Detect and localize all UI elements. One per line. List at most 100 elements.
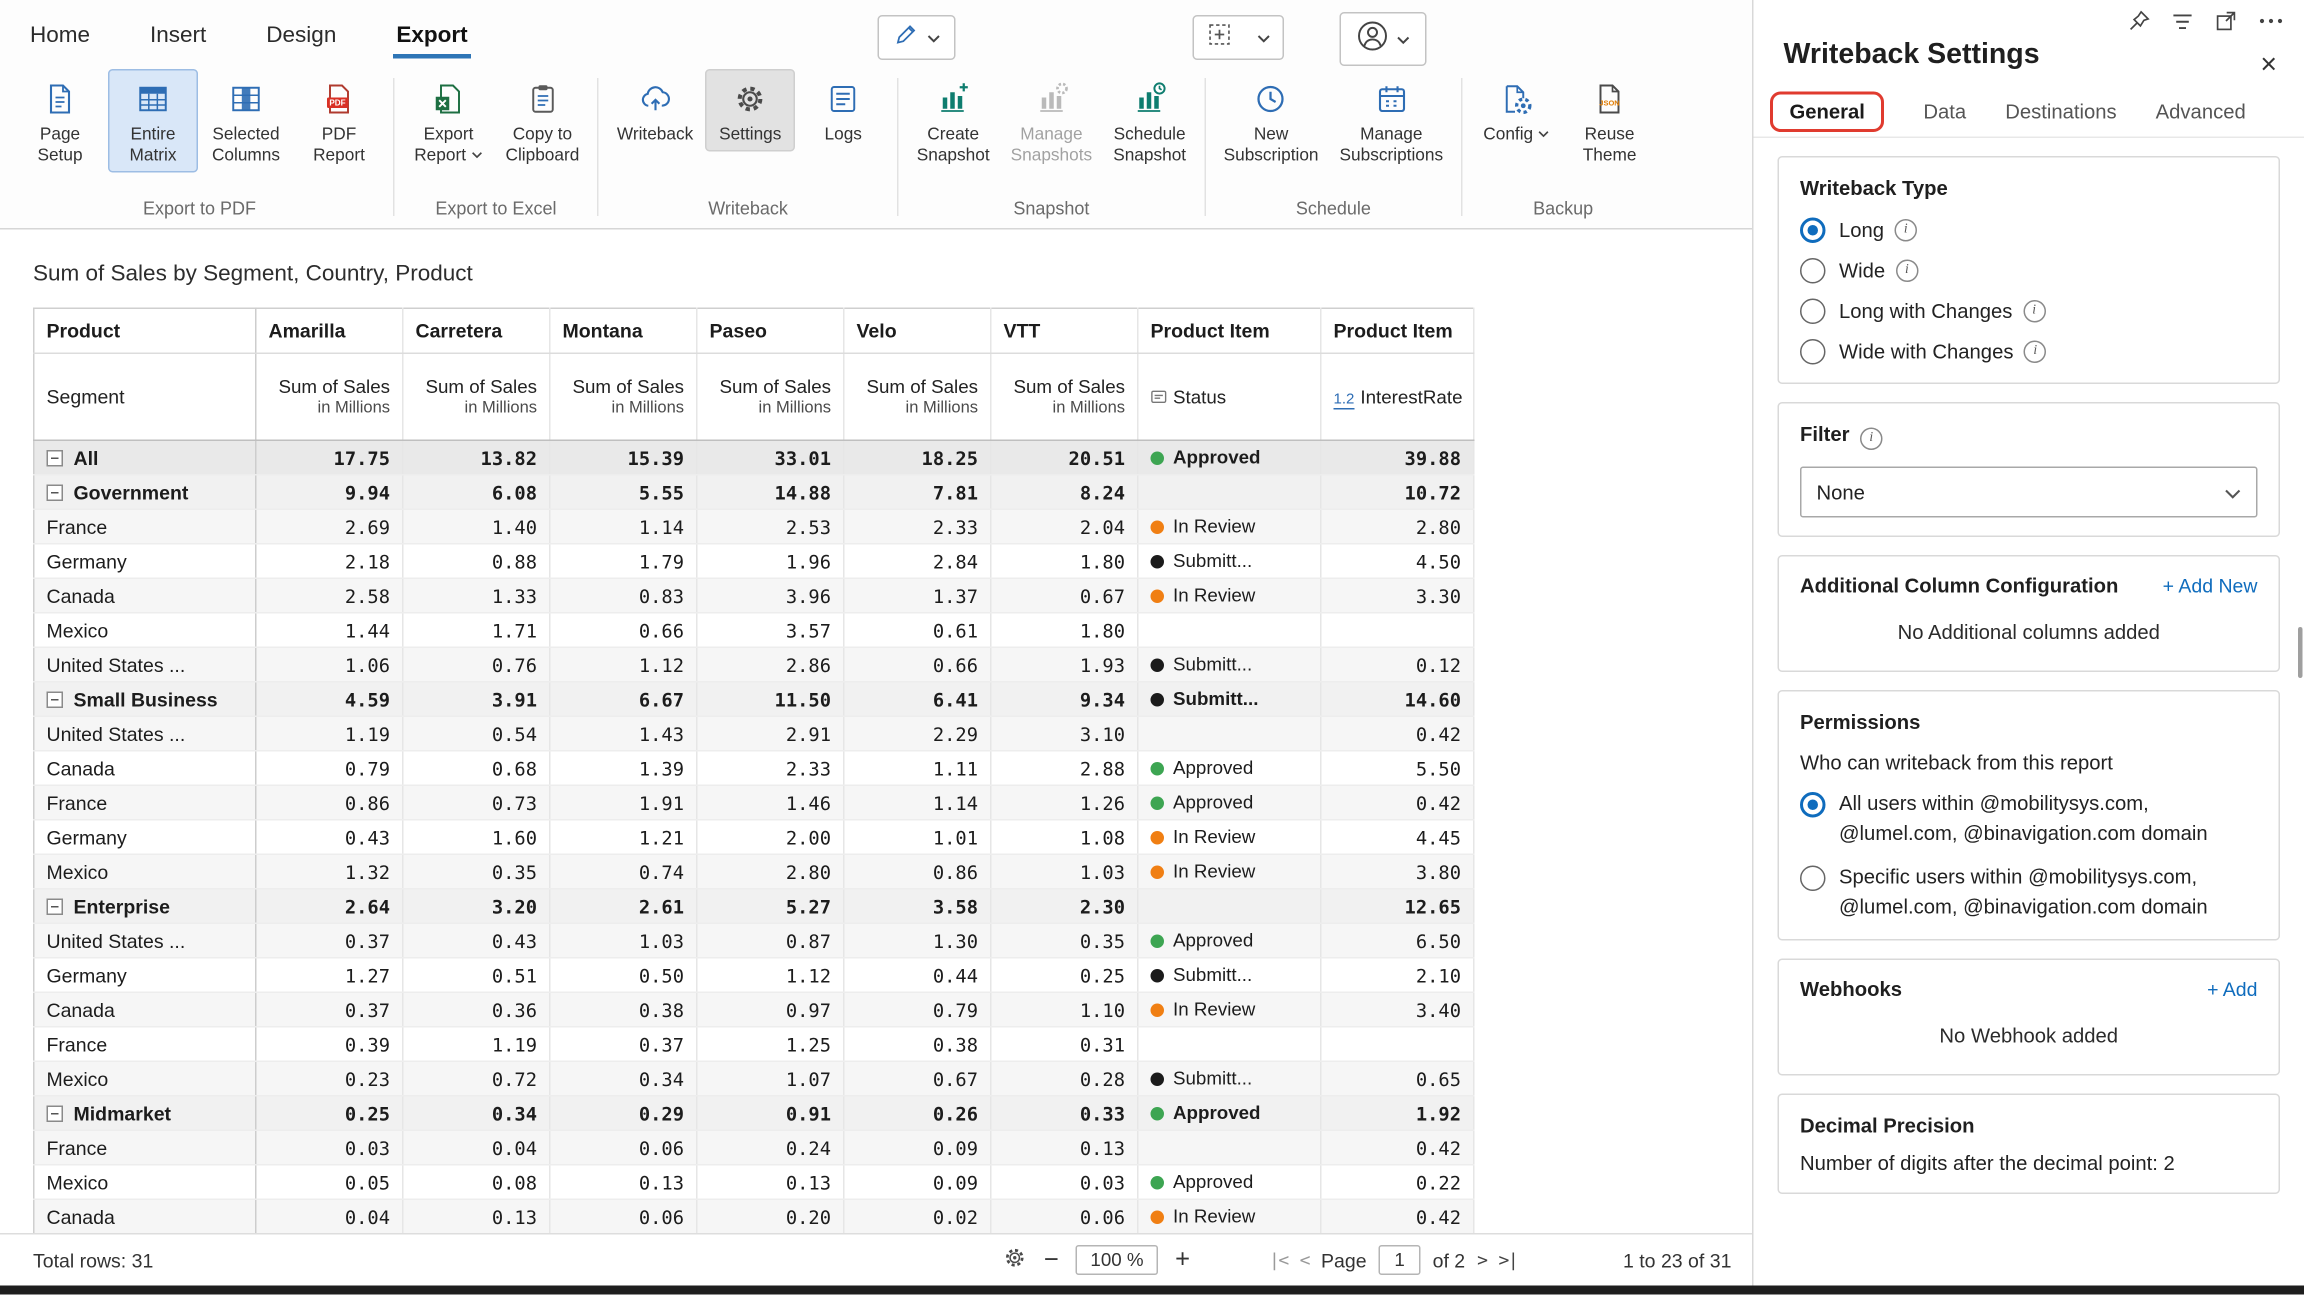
value-cell[interactable]: 0.25 xyxy=(991,958,1138,993)
value-cell[interactable]: 1.30 xyxy=(844,923,991,958)
column-header-amarilla[interactable]: Amarilla xyxy=(256,308,403,353)
row-label-cell[interactable]: Canada xyxy=(34,992,256,1027)
value-cell[interactable]: 0.13 xyxy=(403,1199,550,1233)
status-cell[interactable] xyxy=(1138,1130,1321,1165)
ribbon-button-page-setup[interactable]: PageSetup xyxy=(15,69,105,173)
value-cell[interactable]: 2.69 xyxy=(256,509,403,544)
value-cell[interactable]: 1.71 xyxy=(403,613,550,648)
row-label-cell[interactable]: All xyxy=(34,440,256,475)
value-cell[interactable]: 2.61 xyxy=(550,889,697,924)
interest-rate-cell[interactable]: 6.50 xyxy=(1321,923,1474,958)
value-cell[interactable]: 0.54 xyxy=(403,716,550,751)
column-header-product[interactable]: Product xyxy=(34,308,256,353)
value-cell[interactable]: 1.07 xyxy=(697,1061,844,1096)
value-cell[interactable]: 1.96 xyxy=(697,544,844,579)
ribbon-tab-insert[interactable]: Insert xyxy=(147,8,209,58)
page-number-input[interactable]: 1 xyxy=(1379,1245,1421,1275)
interest-rate-cell[interactable]: 10.72 xyxy=(1321,475,1474,510)
info-icon[interactable]: i xyxy=(2023,300,2046,323)
value-cell[interactable]: 1.32 xyxy=(256,854,403,889)
value-cell[interactable]: 1.37 xyxy=(844,578,991,613)
column-header-product-item-7[interactable]: Product Item xyxy=(1138,308,1321,353)
pin-icon[interactable] xyxy=(2129,11,2150,32)
column-header-carretera[interactable]: Carretera xyxy=(403,308,550,353)
value-cell[interactable]: 1.01 xyxy=(844,820,991,855)
status-cell[interactable] xyxy=(1138,889,1321,924)
value-cell[interactable]: 1.46 xyxy=(697,785,844,820)
collapse-icon[interactable] xyxy=(47,484,64,501)
collapse-icon[interactable] xyxy=(47,691,64,708)
value-cell[interactable]: 0.38 xyxy=(550,992,697,1027)
add-annotation-button[interactable] xyxy=(1193,15,1247,60)
radio-button[interactable] xyxy=(1800,299,1826,325)
value-cell[interactable]: 6.41 xyxy=(844,682,991,717)
value-cell[interactable]: 4.59 xyxy=(256,682,403,717)
value-cell[interactable]: 2.88 xyxy=(991,751,1138,786)
interest-rate-cell[interactable]: 2.10 xyxy=(1321,958,1474,993)
value-cell[interactable]: 0.08 xyxy=(403,1165,550,1200)
value-cell[interactable]: 0.51 xyxy=(403,958,550,993)
writeback-type-option-long[interactable]: Longi xyxy=(1800,218,2258,244)
value-cell[interactable]: 1.19 xyxy=(403,1027,550,1062)
row-label-cell[interactable]: Canada xyxy=(34,751,256,786)
value-cell[interactable]: 1.19 xyxy=(256,716,403,751)
ribbon-button-create-snapshot[interactable]: CreateSnapshot xyxy=(908,69,999,173)
value-cell[interactable]: 0.28 xyxy=(991,1061,1138,1096)
interest-rate-cell[interactable]: 0.22 xyxy=(1321,1165,1474,1200)
ribbon-button-entire-matrix[interactable]: EntireMatrix xyxy=(108,69,198,173)
ribbon-button-logs[interactable]: Logs xyxy=(798,69,888,152)
value-cell[interactable]: 0.09 xyxy=(844,1130,991,1165)
value-cell[interactable]: 1.21 xyxy=(550,820,697,855)
value-cell[interactable]: 1.39 xyxy=(550,751,697,786)
row-label-cell[interactable]: Germany xyxy=(34,820,256,855)
row-label-cell[interactable]: Government xyxy=(34,475,256,510)
value-cell[interactable]: 9.94 xyxy=(256,475,403,510)
row-label-cell[interactable]: Canada xyxy=(34,1199,256,1233)
value-cell[interactable]: 0.04 xyxy=(403,1130,550,1165)
status-cell[interactable] xyxy=(1138,1027,1321,1062)
status-cell[interactable]: In Review xyxy=(1138,1199,1321,1233)
account-menu[interactable] xyxy=(1340,12,1427,66)
value-cell[interactable]: 0.23 xyxy=(256,1061,403,1096)
value-cell[interactable]: 9.34 xyxy=(991,682,1138,717)
value-cell[interactable]: 0.39 xyxy=(256,1027,403,1062)
info-icon[interactable]: i xyxy=(2024,341,2047,364)
value-cell[interactable]: 0.66 xyxy=(550,613,697,648)
value-cell[interactable]: 0.43 xyxy=(403,923,550,958)
value-cell[interactable]: 20.51 xyxy=(991,440,1138,475)
value-cell[interactable]: 2.58 xyxy=(256,578,403,613)
value-cell[interactable]: 1.43 xyxy=(550,716,697,751)
value-cell[interactable]: 0.34 xyxy=(550,1061,697,1096)
value-cell[interactable]: 0.13 xyxy=(991,1130,1138,1165)
value-cell[interactable]: 1.03 xyxy=(991,854,1138,889)
status-header[interactable]: Status xyxy=(1138,353,1321,440)
scrollbar-thumb[interactable] xyxy=(2298,627,2303,678)
value-cell[interactable]: 6.08 xyxy=(403,475,550,510)
value-cell[interactable]: 2.86 xyxy=(697,647,844,682)
row-label-cell[interactable]: France xyxy=(34,1130,256,1165)
display-settings-gear-icon[interactable] xyxy=(1002,1245,1028,1275)
status-cell[interactable]: Approved xyxy=(1138,923,1321,958)
value-cell[interactable]: 1.27 xyxy=(256,958,403,993)
column-header-paseo[interactable]: Paseo xyxy=(697,308,844,353)
writeback-type-option-wide[interactable]: Widei xyxy=(1800,258,2258,284)
next-page-button[interactable]: > xyxy=(1477,1250,1486,1271)
value-cell[interactable]: 0.03 xyxy=(991,1165,1138,1200)
status-cell[interactable]: Submitt... xyxy=(1138,647,1321,682)
column-header-product-item-8[interactable]: Product Item xyxy=(1321,308,1474,353)
status-cell[interactable]: Approved xyxy=(1138,1096,1321,1131)
interest-rate-cell[interactable]: 0.65 xyxy=(1321,1061,1474,1096)
value-cell[interactable]: 0.38 xyxy=(844,1027,991,1062)
value-cell[interactable]: 1.14 xyxy=(844,785,991,820)
value-cell[interactable]: 0.09 xyxy=(844,1165,991,1200)
ribbon-button-new-subscription[interactable]: NewSubscription xyxy=(1215,69,1328,173)
radio-button[interactable] xyxy=(1800,866,1826,892)
status-cell[interactable]: Approved xyxy=(1138,1165,1321,1200)
value-cell[interactable]: 0.29 xyxy=(550,1096,697,1131)
ribbon-button-schedule-snapshot[interactable]: ScheduleSnapshot xyxy=(1104,69,1195,173)
ribbon-tab-home[interactable]: Home xyxy=(27,8,93,58)
status-cell[interactable]: In Review xyxy=(1138,820,1321,855)
interest-rate-cell[interactable]: 3.40 xyxy=(1321,992,1474,1027)
collapse-icon[interactable] xyxy=(47,898,64,915)
value-cell[interactable]: 11.50 xyxy=(697,682,844,717)
